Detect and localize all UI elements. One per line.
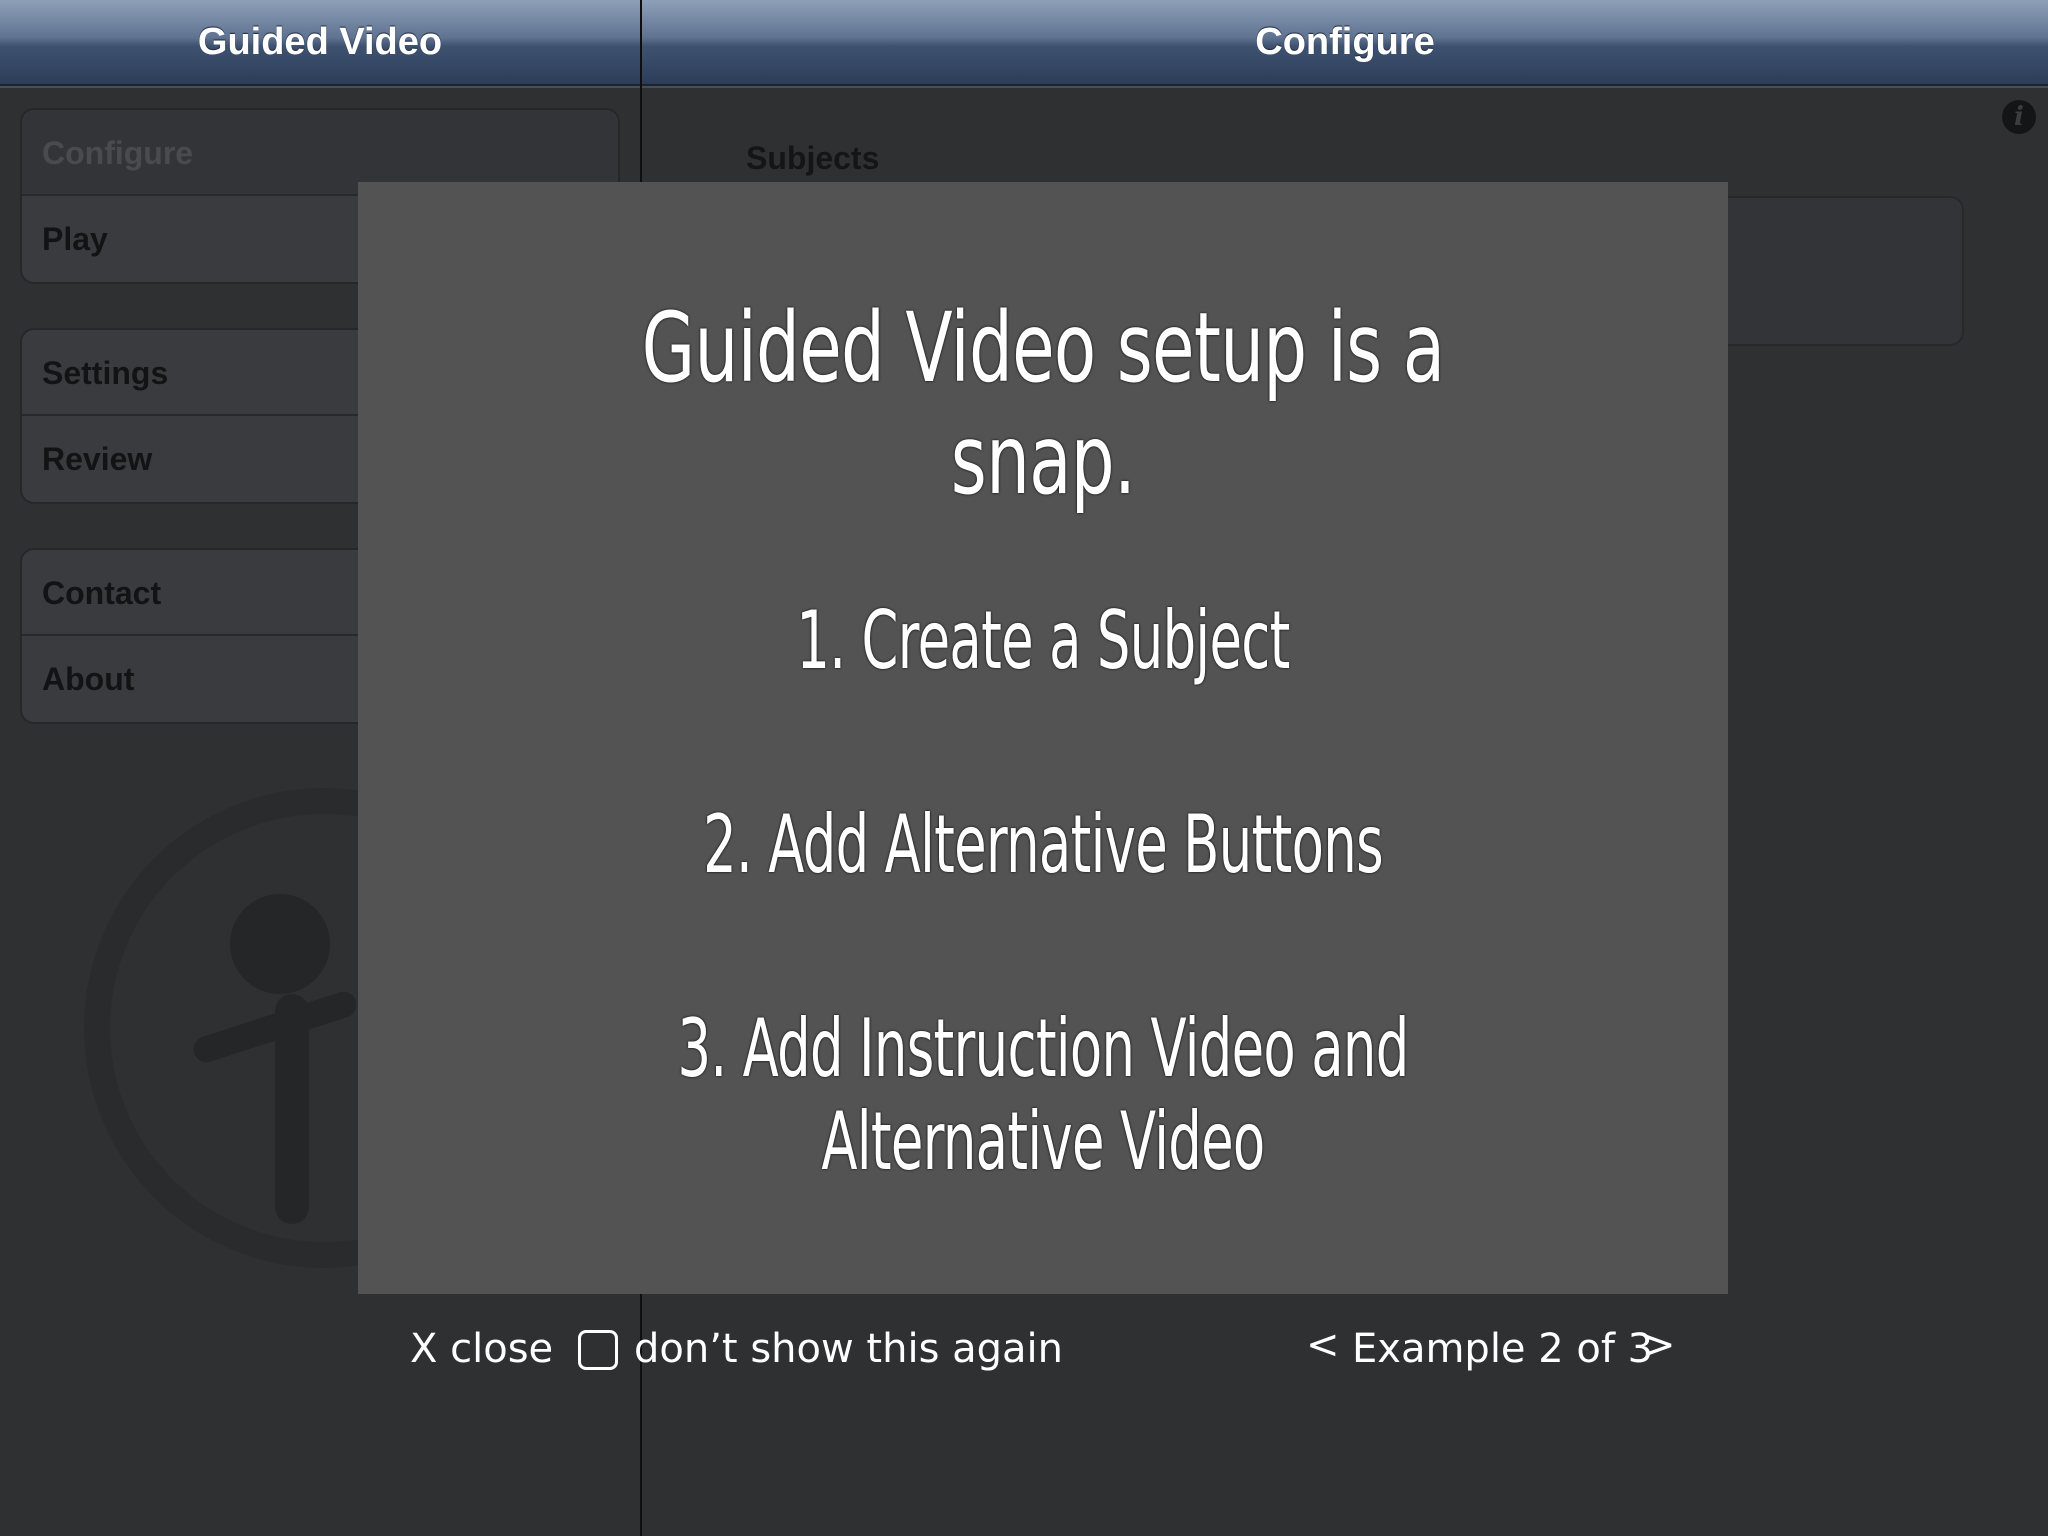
tutorial-card: Guided Video setup is a snap. 1. Create …	[358, 182, 1728, 1294]
prev-example-button[interactable]: <	[1306, 1322, 1340, 1368]
dont-show-label: don’t show this again	[634, 1326, 1064, 1372]
dont-show-checkbox[interactable]	[578, 1330, 618, 1370]
tutorial-step-3: 3. Add Instruction Video and Alternative…	[677, 1002, 1409, 1188]
detail-nav-bar: Configure	[642, 0, 2048, 86]
example-counter: Example 2 of 3	[1352, 1326, 1654, 1372]
next-example-button[interactable]: >	[1642, 1322, 1676, 1368]
info-icon[interactable]: i	[2002, 100, 2036, 134]
tutorial-step-2: 2. Add Alternative Buttons	[703, 798, 1384, 891]
detail-nav-title: Configure	[1255, 21, 1435, 63]
tutorial-step-1: 1. Create a Subject	[796, 594, 1290, 687]
subjects-header: Subjects	[746, 140, 880, 176]
tutorial-headline: Guided Video setup is a snap.	[641, 292, 1445, 516]
master-nav-title: Guided Video	[197, 21, 443, 63]
close-button[interactable]: X close	[410, 1326, 553, 1372]
tutorial-footer: X close don’t show this again < Example …	[0, 1300, 2048, 1410]
master-nav-bar: Guided Video	[0, 0, 640, 86]
